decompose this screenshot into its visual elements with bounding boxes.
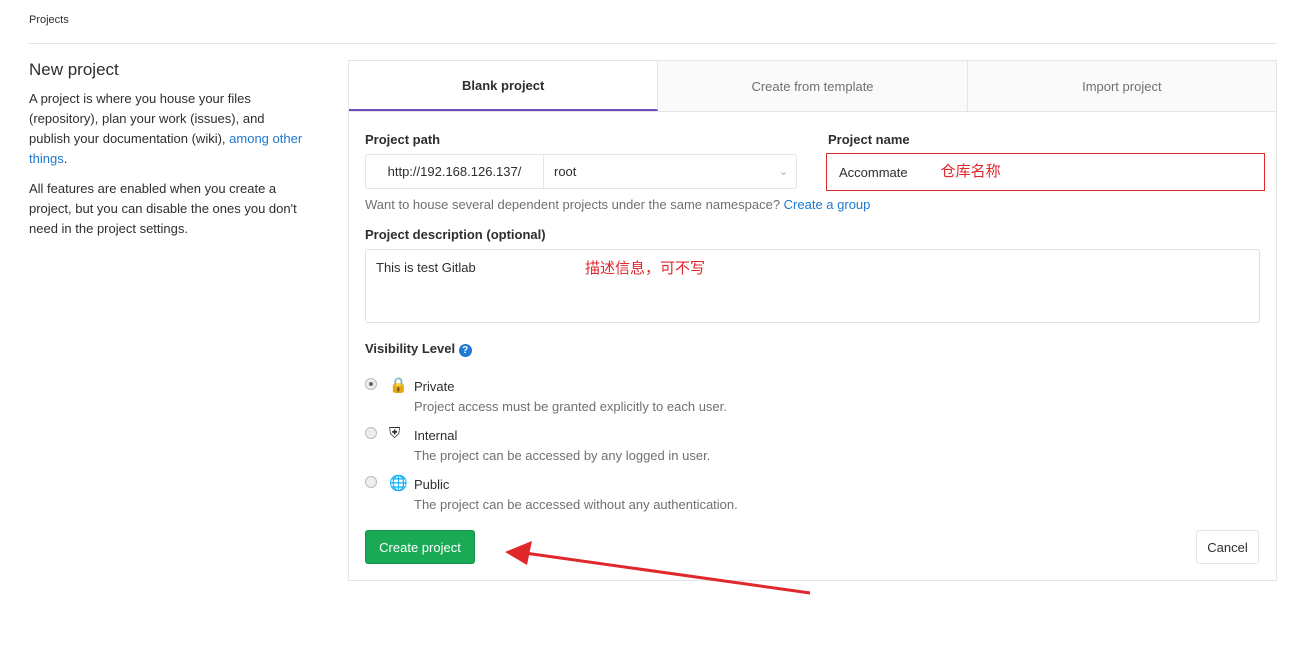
arrow-head [505,541,532,565]
annotation-arrow [505,541,811,595]
arrow-shaft [524,551,811,595]
